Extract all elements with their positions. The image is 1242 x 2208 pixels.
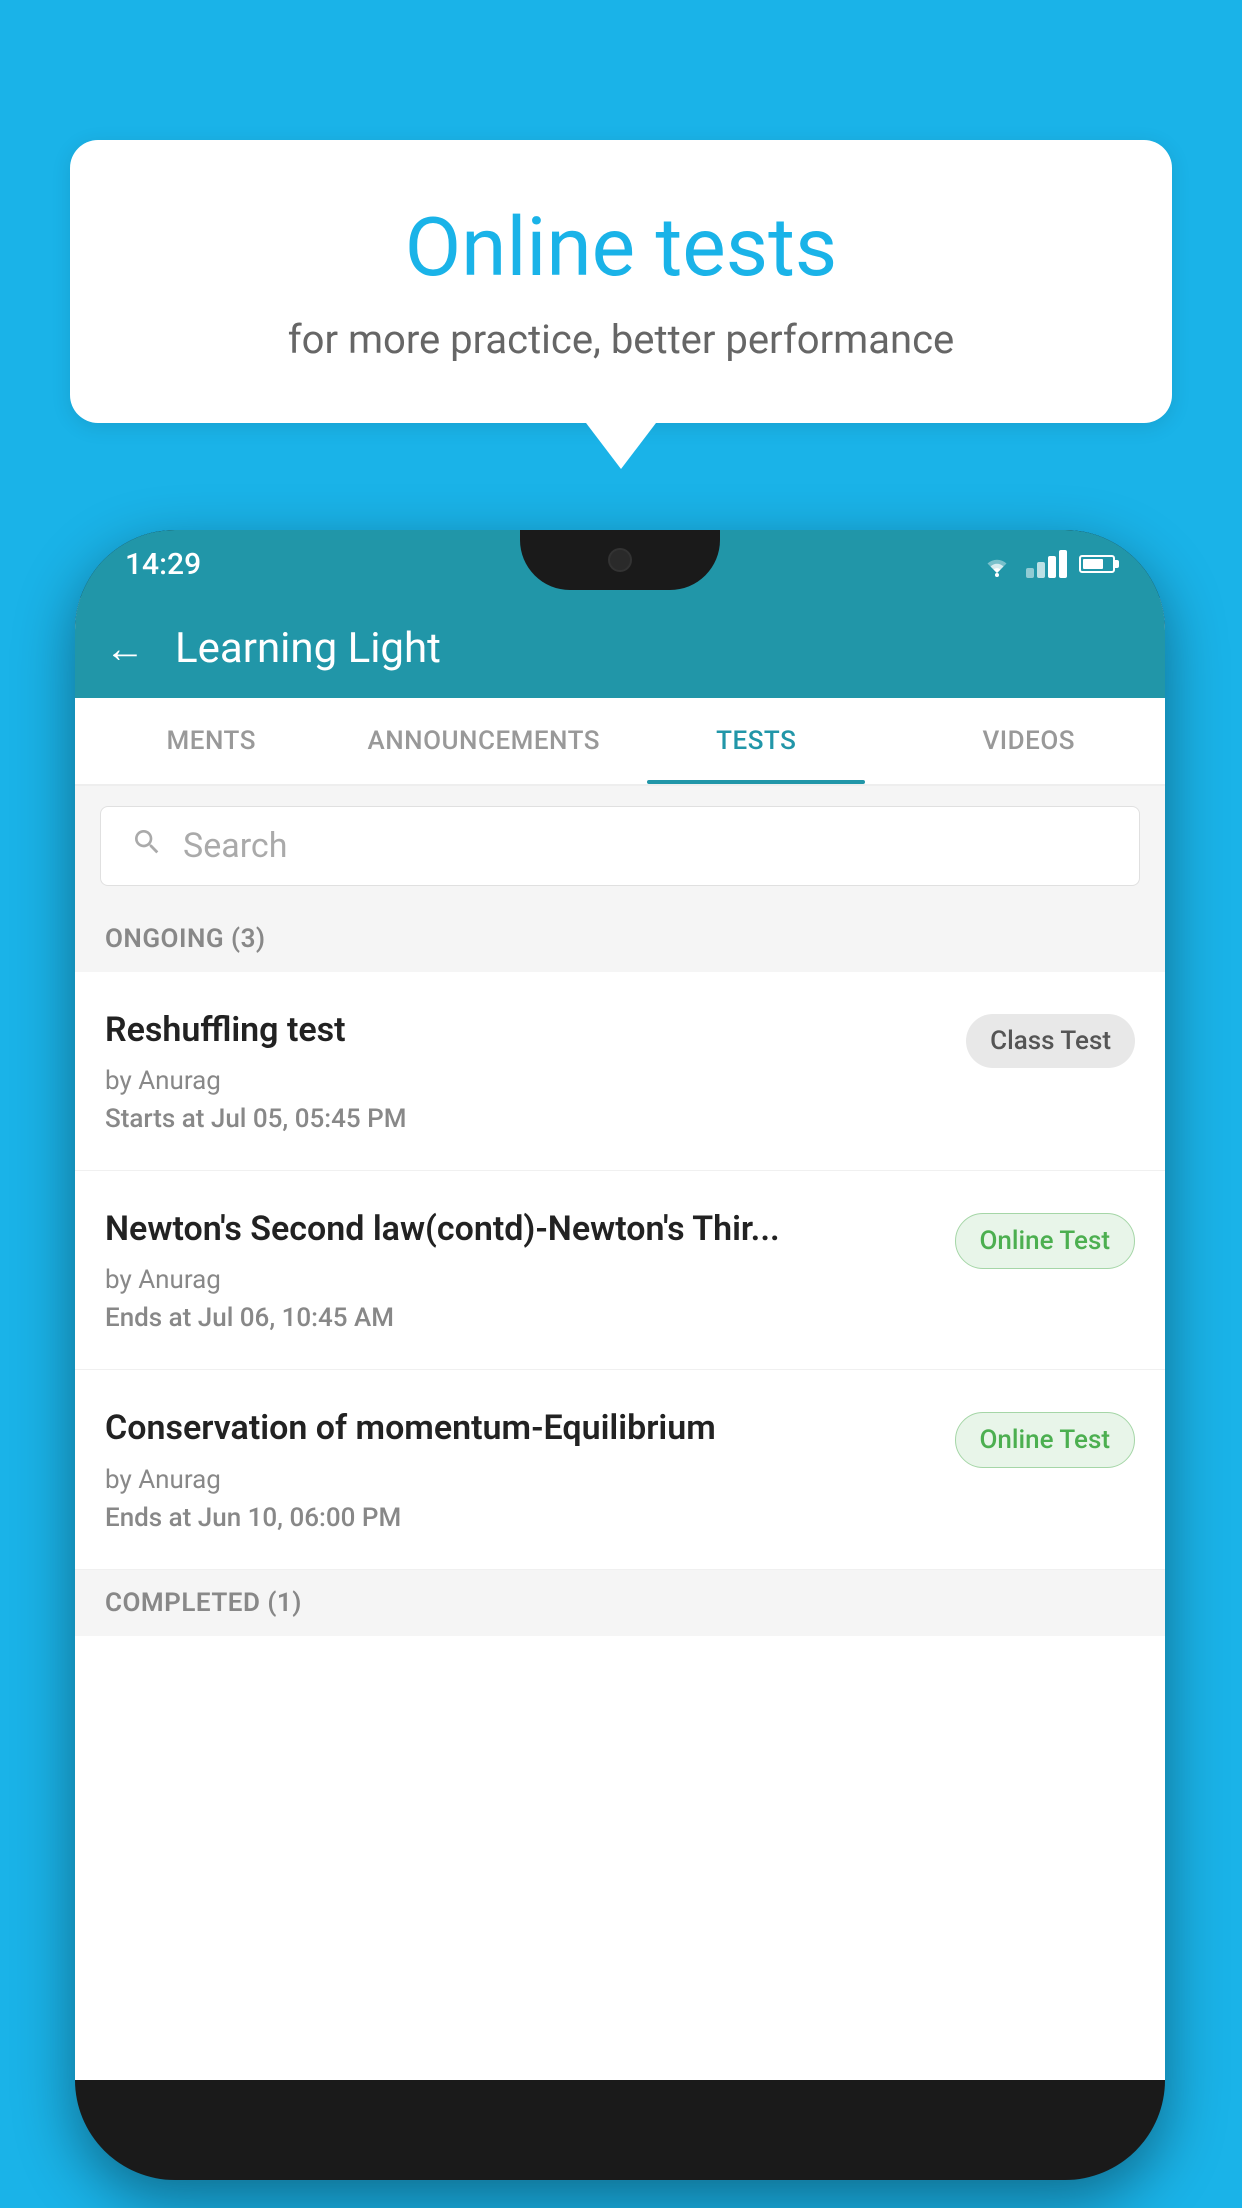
back-button[interactable]: ← [105,625,145,672]
test-time: Starts at Jul 05, 05:45 PM [105,1104,946,1134]
search-icon [131,825,163,867]
speech-bubble: Online tests for more practice, better p… [70,140,1172,423]
tab-ments[interactable]: MENTS [75,698,348,784]
search-placeholder: Search [183,826,287,866]
status-icons [980,550,1115,578]
test-item[interactable]: Conservation of momentum-Equilibrium by … [75,1370,1165,1569]
search-bar[interactable]: Search [100,806,1140,886]
test-name: Newton's Second law(contd)-Newton's Thir… [105,1207,935,1251]
phone-frame: 14:29 [75,530,1165,2180]
status-time: 14:29 [125,547,201,582]
test-author: by Anurag [105,1465,935,1495]
signal-bars-icon [1026,550,1067,578]
test-author: by Anurag [105,1066,946,1096]
bubble-title: Online tests [150,200,1092,296]
screen-content: ← Learning Light MENTS ANNOUNCEMENTS TES… [75,598,1165,2080]
search-container: Search [75,786,1165,906]
online-test-badge: Online Test [955,1213,1136,1269]
class-test-badge: Class Test [966,1014,1135,1068]
online-test-badge-2: Online Test [955,1412,1136,1468]
test-list: Reshuffling test by Anurag Starts at Jul… [75,972,1165,2080]
test-info: Newton's Second law(contd)-Newton's Thir… [105,1207,955,1333]
test-info: Conservation of momentum-Equilibrium by … [105,1406,955,1532]
camera-dot [608,548,632,572]
tab-tests[interactable]: TESTS [620,698,893,784]
wifi-icon [980,551,1014,577]
test-name: Reshuffling test [105,1008,946,1052]
tab-announcements[interactable]: ANNOUNCEMENTS [348,698,621,784]
app-bar-title: Learning Light [175,624,441,673]
test-time: Ends at Jun 10, 06:00 PM [105,1503,935,1533]
bubble-subtitle: for more practice, better performance [150,316,1092,363]
test-item[interactable]: Reshuffling test by Anurag Starts at Jul… [75,972,1165,1171]
battery-icon [1079,555,1115,573]
notch [520,530,720,590]
test-info: Reshuffling test by Anurag Starts at Jul… [105,1008,966,1134]
app-bar: ← Learning Light [75,598,1165,698]
test-item[interactable]: Newton's Second law(contd)-Newton's Thir… [75,1171,1165,1370]
tabs-container: MENTS ANNOUNCEMENTS TESTS VIDEOS [75,698,1165,786]
test-author: by Anurag [105,1265,935,1295]
tab-videos[interactable]: VIDEOS [893,698,1166,784]
ongoing-section-header: ONGOING (3) [75,906,1165,972]
speech-bubble-container: Online tests for more practice, better p… [70,140,1172,423]
status-bar: 14:29 [75,530,1165,598]
test-name: Conservation of momentum-Equilibrium [105,1406,935,1450]
test-time: Ends at Jul 06, 10:45 AM [105,1303,935,1333]
completed-section-header: COMPLETED (1) [75,1570,1165,1636]
phone-inner: 14:29 [75,530,1165,2180]
